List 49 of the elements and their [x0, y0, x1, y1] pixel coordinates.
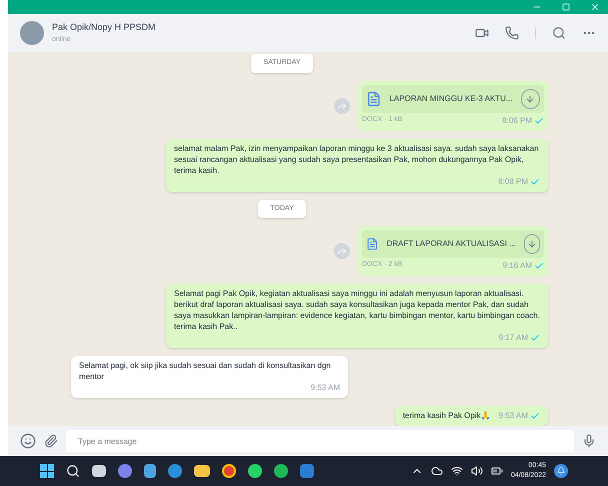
- forward-icon: [337, 246, 347, 256]
- cloud-icon[interactable]: [430, 465, 443, 477]
- file-name: DRAFT LAPORAN AKTUALISASI ...: [386, 238, 516, 250]
- message-input[interactable]: Type a message: [66, 430, 574, 452]
- document-icon: [366, 90, 382, 106]
- message-text: terima kasih Pak Opik🙏: [402, 410, 491, 422]
- download-icon: [526, 239, 537, 249]
- message-time: 9:53 AM: [498, 410, 540, 422]
- close-icon[interactable]: [590, 2, 600, 12]
- read-check-icon: [534, 261, 544, 271]
- message-time: 9:16 AM: [502, 260, 544, 272]
- bell-icon: [557, 467, 565, 475]
- search-icon[interactable]: [66, 464, 80, 478]
- app-icon[interactable]: [248, 464, 262, 478]
- contact-name[interactable]: Pak Opik/Nopy H PPSDM: [52, 21, 156, 34]
- read-check-icon: [530, 411, 540, 421]
- message-text: selamat malam Pak, izin menyampaikan laporan minggu ke 3 aktualisasi saya. sudah saya laksanakan sesuai rancangan aktualisasi yang sudah saya presentasikan Pak, mohon dukungannya Pak Opik, terima kasih.: [174, 142, 540, 176]
- speaker-icon[interactable]: [470, 465, 483, 477]
- forward-icon: [337, 100, 347, 110]
- microphone-icon[interactable]: [582, 434, 596, 448]
- message-text: Selamat pagi Pak Opik, kegiatan aktualisasi saya minggu ini adalah menyusun laporan aktualisasi. berikut draf laporan aktualisasi saya. sudah saya konsultasikan juga kepada mentor Pak, dan sudah saya masukkan lampiran-lampiran: evidence kegiatan, kartu bimbingan mentor, kartu bimbingan coach. terima kasih Pak..: [174, 288, 540, 332]
- attach-icon[interactable]: [44, 434, 58, 448]
- message-time: 9:53 AM: [310, 382, 340, 394]
- message-time: 9:17 AM: [498, 332, 540, 344]
- read-check-icon: [534, 116, 544, 126]
- read-check-icon: [530, 176, 540, 186]
- notification-button[interactable]: [554, 464, 568, 478]
- document-icon: [366, 236, 379, 252]
- message-time: 8:08 PM: [498, 176, 540, 188]
- app-icon[interactable]: [92, 465, 106, 477]
- battery-icon[interactable]: [490, 465, 503, 477]
- app-icon[interactable]: [168, 464, 182, 478]
- folder-icon[interactable]: [194, 465, 210, 477]
- emoji-icon[interactable]: [20, 433, 36, 449]
- download-icon: [525, 94, 536, 104]
- download-button[interactable]: [520, 88, 540, 108]
- app-icon[interactable]: [144, 464, 156, 478]
- avatar[interactable]: [20, 21, 44, 45]
- phone-call-icon[interactable]: [505, 26, 519, 40]
- app-icon[interactable]: [274, 464, 288, 478]
- message-text: Selamat pagi, ok siip jika sudah sesuai dan sudah di konsultasikan dgn mentor: [79, 360, 332, 382]
- download-button[interactable]: [524, 234, 540, 254]
- video-call-icon[interactable]: [475, 26, 489, 40]
- file-name: LAPORAN MINGGU KE-3 AKTU...: [389, 92, 513, 104]
- app-icon[interactable]: [118, 464, 132, 478]
- message-time: 8:06 PM: [502, 114, 544, 126]
- start-icon[interactable]: [40, 464, 54, 478]
- app-icon[interactable]: [222, 464, 236, 478]
- read-check-icon: [530, 333, 540, 343]
